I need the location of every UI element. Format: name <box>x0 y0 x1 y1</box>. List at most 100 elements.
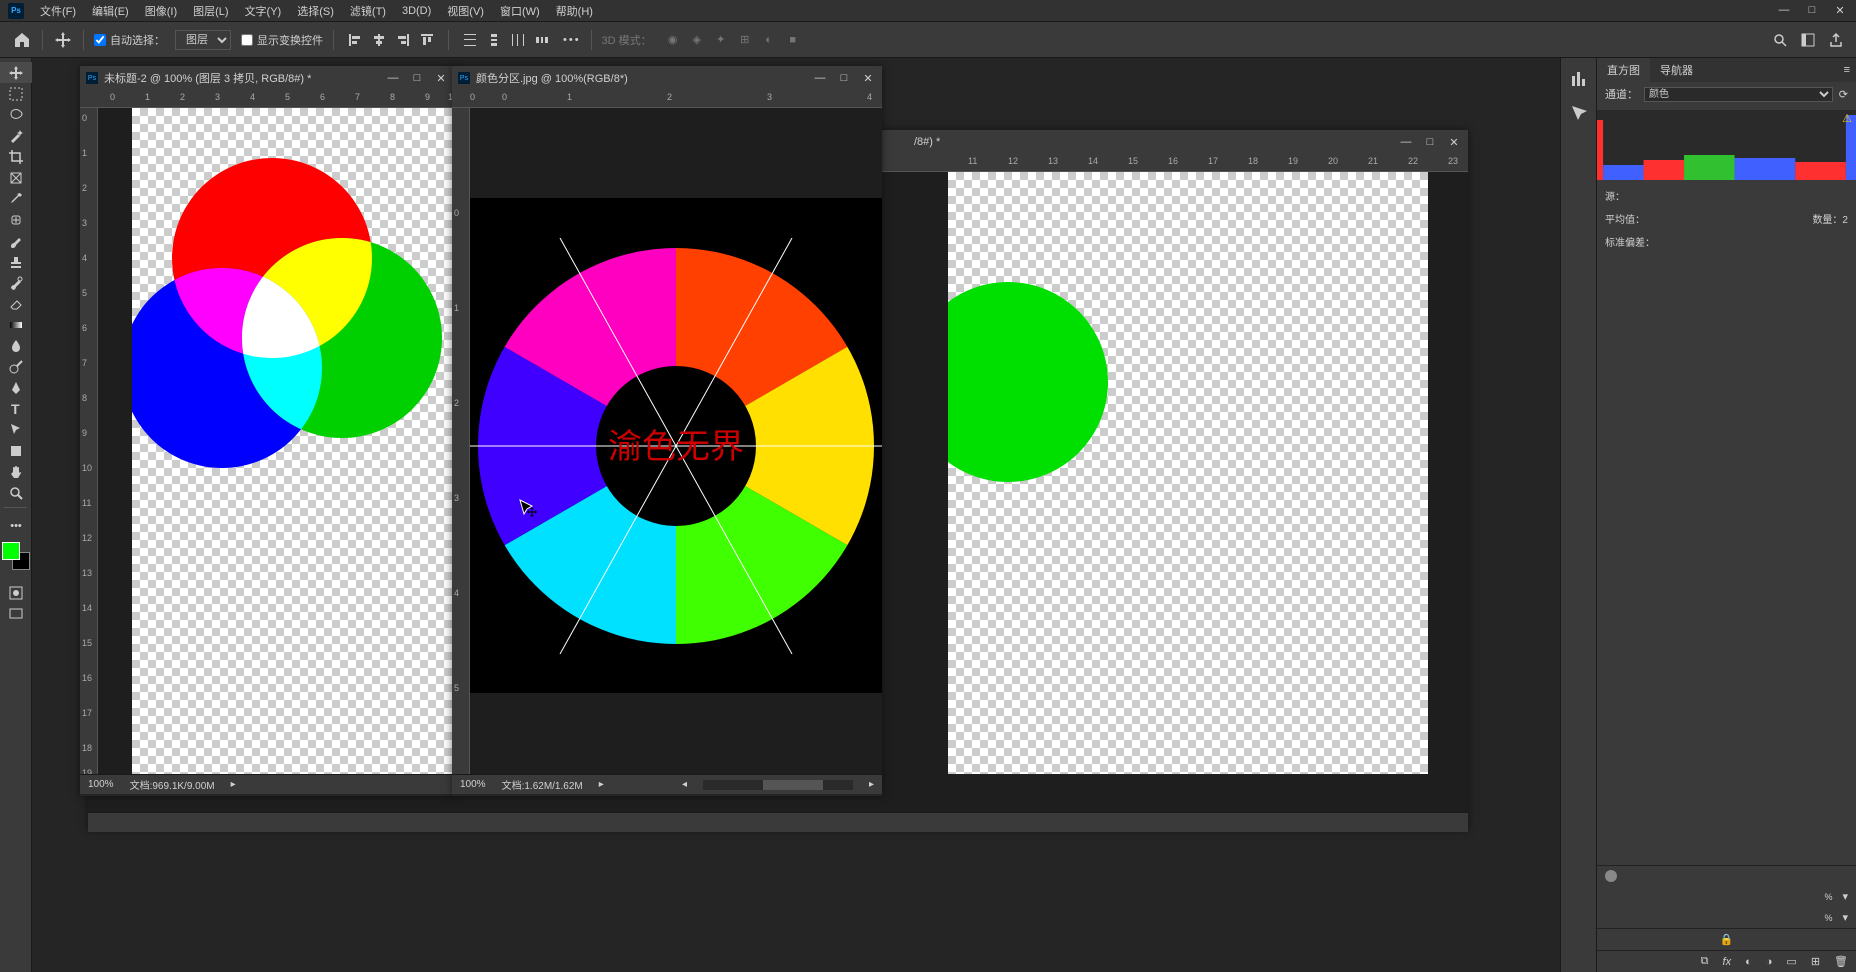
home-icon[interactable] <box>12 30 32 50</box>
align-right-icon[interactable] <box>392 29 414 51</box>
distribute-left-icon[interactable] <box>531 29 553 51</box>
doc2-scroll-left-icon[interactable]: ◂ <box>682 779 687 790</box>
swatch-dot-icon[interactable] <box>1605 870 1617 882</box>
eyedropper-tool[interactable] <box>0 188 32 209</box>
foreground-color[interactable] <box>2 542 20 560</box>
doc3-minimize-icon[interactable]: — <box>1398 136 1414 149</box>
quick-mask-icon[interactable] <box>0 582 32 603</box>
adjustment-icon[interactable]: ◑ <box>1766 956 1773 968</box>
type-tool[interactable]: T <box>0 398 32 419</box>
trash-icon[interactable]: 🗑 <box>1834 955 1848 968</box>
crop-tool[interactable] <box>0 146 32 167</box>
window-minimize-icon[interactable]: — <box>1776 4 1792 17</box>
percent-chevron-icon-2[interactable]: ▾ <box>1842 911 1848 924</box>
window-maximize-icon[interactable]: □ <box>1804 4 1820 17</box>
menu-edit[interactable]: 编辑(E) <box>84 0 137 22</box>
history-brush-tool[interactable] <box>0 272 32 293</box>
doc2-scrollbar[interactable] <box>703 780 853 790</box>
zoom-tool[interactable] <box>0 482 32 503</box>
source-label: 源： <box>1605 188 1625 203</box>
std-label: 标准偏差： <box>1605 234 1655 249</box>
document-window-2[interactable]: Ps 颜色分区.jpg @ 100%(RGB/8*) — □ ✕ 001234 … <box>452 66 882 796</box>
show-transform-checkbox[interactable]: 显示变换控件 <box>241 32 323 48</box>
distribute-v-center-icon[interactable] <box>483 29 505 51</box>
doc1-info-chevron-icon[interactable]: ▸ <box>231 779 236 790</box>
menu-filter[interactable]: 滤镜(T) <box>342 0 394 22</box>
eraser-tool[interactable] <box>0 293 32 314</box>
move-tool[interactable] <box>0 62 32 83</box>
share-icon[interactable] <box>1828 32 1844 48</box>
doc3-canvas[interactable] <box>948 172 1428 774</box>
lasso-tool[interactable] <box>0 104 32 125</box>
lock-icon[interactable]: 🔒 <box>1720 933 1734 946</box>
workspace-switcher-icon[interactable] <box>1800 32 1816 48</box>
percent-chevron-icon[interactable]: ▾ <box>1842 890 1848 903</box>
frame-tool[interactable] <box>0 167 32 188</box>
doc1-canvas[interactable] <box>132 108 452 774</box>
tab-navigator[interactable]: 导航器 <box>1650 58 1703 82</box>
document-window-1[interactable]: Ps 未标题-2 @ 100% (图层 3 拷贝, RGB/8#) * — □ … <box>80 66 455 796</box>
doc1-minimize-icon[interactable]: — <box>385 72 401 85</box>
collapsed-panel-icon-1[interactable] <box>1570 70 1588 88</box>
menu-select[interactable]: 选择(S) <box>289 0 342 22</box>
path-select-tool[interactable] <box>0 419 32 440</box>
doc2-scroll-right-icon[interactable]: ▸ <box>869 779 874 790</box>
doc2-minimize-icon[interactable]: — <box>812 72 828 85</box>
brush-tool[interactable] <box>0 230 32 251</box>
search-icon[interactable] <box>1772 32 1788 48</box>
shape-tool[interactable] <box>0 440 32 461</box>
move-tool-icon[interactable] <box>53 30 73 50</box>
doc2-maximize-icon[interactable]: □ <box>836 72 852 85</box>
doc3-close-icon[interactable]: ✕ <box>1446 136 1462 149</box>
doc2-info-chevron-icon[interactable]: ▸ <box>599 779 604 790</box>
refresh-icon[interactable]: ⟳ <box>1839 88 1848 101</box>
menu-window[interactable]: 窗口(W) <box>492 0 548 22</box>
pen-tool[interactable] <box>0 377 32 398</box>
folder-icon[interactable]: ▭ <box>1786 955 1796 968</box>
menu-help[interactable]: 帮助(H) <box>548 0 601 22</box>
dodge-tool[interactable] <box>0 356 32 377</box>
screen-mode-icon[interactable] <box>0 603 32 624</box>
distribute-bottom-icon[interactable] <box>507 29 529 51</box>
hand-tool[interactable] <box>0 461 32 482</box>
align-center-h-icon[interactable] <box>368 29 390 51</box>
heal-tool[interactable] <box>0 209 32 230</box>
fx-icon[interactable]: fx <box>1723 956 1732 968</box>
channel-dropdown[interactable]: 颜色 <box>1644 87 1833 102</box>
panel-menu-icon[interactable]: ≡ <box>1838 64 1856 76</box>
align-top-icon[interactable] <box>416 29 438 51</box>
stamp-tool[interactable] <box>0 251 32 272</box>
tab-histogram[interactable]: 直方图 <box>1597 58 1650 82</box>
align-left-icon[interactable] <box>344 29 366 51</box>
auto-select-checkbox[interactable]: 自动选择： <box>94 32 165 48</box>
edit-toolbar-icon[interactable]: ••• <box>0 515 32 536</box>
auto-select-dropdown[interactable]: 图层 <box>175 30 231 50</box>
doc1-close-icon[interactable]: ✕ <box>433 72 449 85</box>
distribute-top-icon[interactable] <box>459 29 481 51</box>
histogram-warning-icon[interactable]: ⚠ <box>1842 112 1852 125</box>
doc2-canvas[interactable]: 渝色无界 <box>470 198 882 693</box>
doc2-close-icon[interactable]: ✕ <box>860 72 876 85</box>
magic-wand-tool[interactable] <box>0 125 32 146</box>
menu-image[interactable]: 图像(I) <box>137 0 185 22</box>
menu-layer[interactable]: 图层(L) <box>185 0 236 22</box>
collapsed-panel-icon-2[interactable] <box>1570 104 1588 122</box>
mask-icon[interactable]: ◐ <box>1745 956 1752 968</box>
gradient-tool[interactable] <box>0 314 32 335</box>
window-close-icon[interactable]: ✕ <box>1832 4 1848 17</box>
color-swatch[interactable] <box>2 542 30 570</box>
blur-tool[interactable] <box>0 335 32 356</box>
menu-file[interactable]: 文件(F) <box>32 0 84 22</box>
menu-text[interactable]: 文字(Y) <box>237 0 290 22</box>
doc2-zoom[interactable]: 100% <box>460 779 486 790</box>
marquee-tool[interactable] <box>0 83 32 104</box>
link-icon[interactable]: ⧉ <box>1701 955 1709 968</box>
mean-label: 平均值： <box>1605 211 1645 226</box>
menu-3d[interactable]: 3D(D) <box>394 2 439 20</box>
menu-view[interactable]: 视图(V) <box>439 0 492 22</box>
doc1-maximize-icon[interactable]: □ <box>409 72 425 85</box>
new-layer-icon[interactable]: ⊞ <box>1811 955 1820 968</box>
doc3-maximize-icon[interactable]: □ <box>1422 136 1438 149</box>
doc1-zoom[interactable]: 100% <box>88 779 114 790</box>
more-options-icon[interactable]: ••• <box>563 34 581 46</box>
